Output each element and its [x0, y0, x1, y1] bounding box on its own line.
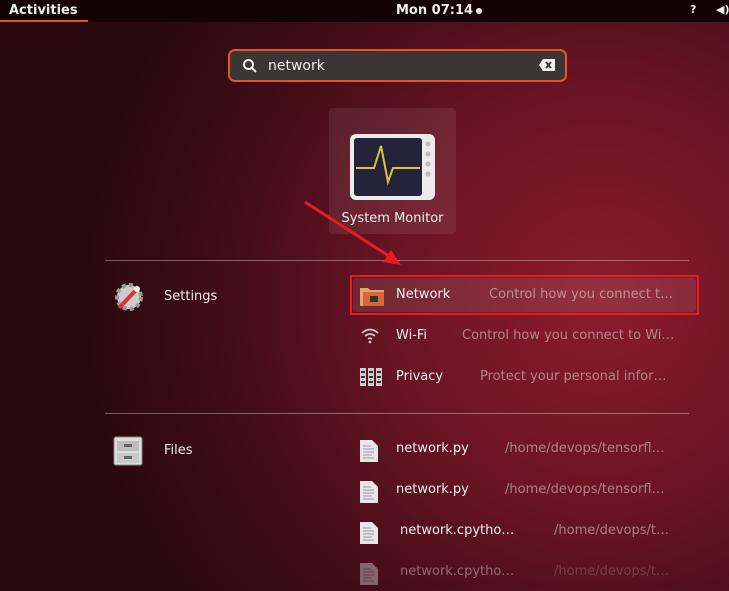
- text-file-icon: [360, 522, 378, 544]
- privacy-icon: [360, 368, 382, 386]
- accessibility-icon[interactable]: ?: [690, 3, 696, 16]
- activities-button[interactable]: Activities: [0, 0, 88, 22]
- result-description: /home/devops/tensorfl…: [505, 441, 665, 456]
- result-file[interactable]: network.py /home/devops/tensorfl…: [352, 431, 698, 468]
- text-file-icon: [360, 481, 378, 503]
- result-description: /home/devops/t…: [554, 564, 670, 579]
- result-name: network.cpytho…: [400, 523, 515, 538]
- result-description: Protect your personal infor…: [480, 369, 667, 384]
- volume-icon[interactable]: ◀): [716, 3, 729, 16]
- clock-text: Mon 07:14: [396, 3, 474, 18]
- clear-icon[interactable]: [539, 59, 555, 71]
- result-wifi[interactable]: Wi-Fi Control how you connect to Wi…: [352, 318, 698, 355]
- app-result-system-monitor[interactable]: System Monitor: [329, 108, 456, 234]
- result-privacy[interactable]: Privacy Protect your personal infor…: [352, 359, 698, 396]
- app-label: System Monitor: [341, 211, 444, 226]
- result-description: Control how you connect to Wi…: [462, 328, 675, 343]
- text-file-icon: [360, 440, 378, 462]
- result-name: Wi-Fi: [396, 328, 428, 343]
- result-file[interactable]: network.py /home/devops/tensorfl…: [352, 472, 698, 509]
- notification-dot-icon: [476, 7, 483, 14]
- divider: [105, 413, 689, 414]
- result-file[interactable]: network.cpytho… /home/devops/t…: [352, 513, 698, 550]
- wifi-icon: [361, 328, 379, 344]
- annotation-highlight-box: [350, 275, 699, 315]
- divider: [105, 260, 689, 261]
- result-name: network.py: [396, 482, 469, 497]
- result-file[interactable]: network.cpytho… /home/devops/t…: [352, 554, 698, 591]
- system-monitor-icon: [350, 134, 435, 200]
- search-icon: [243, 59, 257, 73]
- provider-files[interactable]: Files: [113, 435, 193, 471]
- search-input[interactable]: [268, 56, 528, 76]
- text-file-icon: [360, 563, 378, 585]
- provider-label: Files: [164, 443, 193, 458]
- clock-button[interactable]: Mon 07:14: [396, 0, 483, 22]
- result-name: network.py: [396, 441, 469, 456]
- search-field[interactable]: [228, 49, 567, 82]
- settings-icon: [115, 283, 143, 311]
- provider-label: Settings: [164, 289, 218, 304]
- result-description: /home/devops/tensorfl…: [505, 482, 665, 497]
- file-cabinet-icon: [113, 436, 143, 466]
- top-bar: Activities Mon 07:14 ? ◀): [0, 0, 729, 22]
- result-name: Privacy: [396, 369, 444, 384]
- result-description: /home/devops/t…: [554, 523, 670, 538]
- result-name: network.cpytho…: [400, 564, 515, 579]
- provider-settings[interactable]: Settings: [113, 281, 217, 317]
